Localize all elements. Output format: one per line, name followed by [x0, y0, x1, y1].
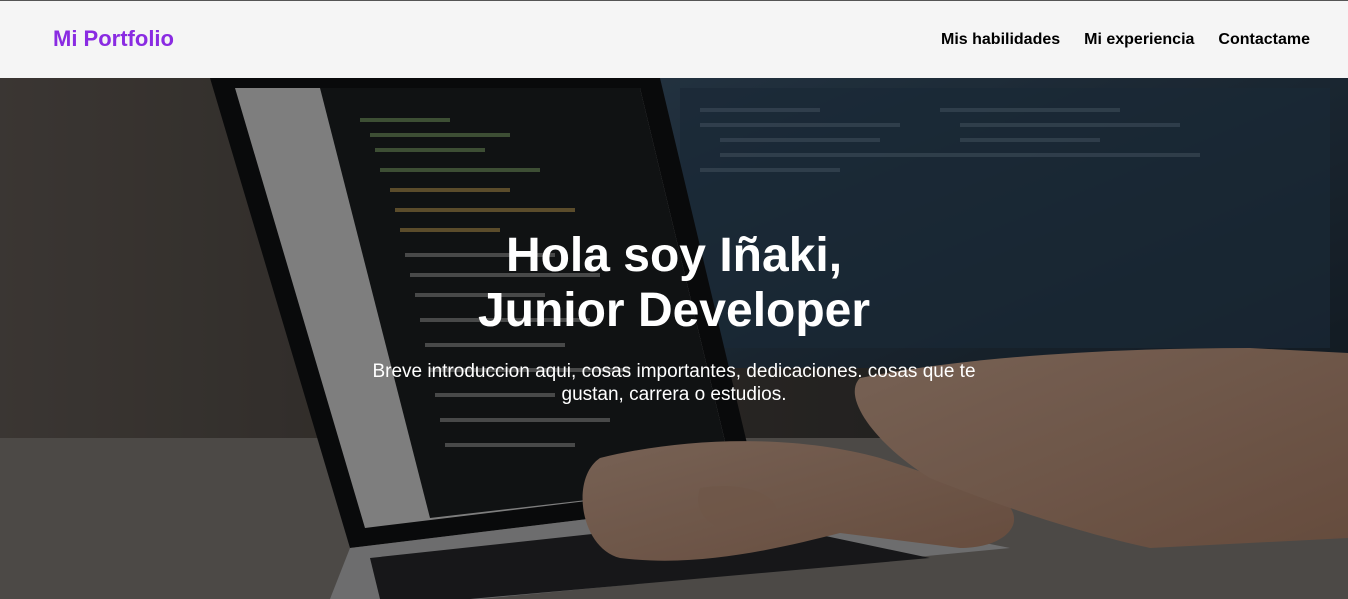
hero-title-line2: Junior Developer — [477, 284, 871, 337]
nav-link-contactame[interactable]: Contactame — [1218, 30, 1310, 50]
hero-title-line1: Hola soy Iñaki, — [505, 229, 843, 282]
brand-logo-link[interactable]: Mi Portfolio — [53, 26, 174, 52]
nav-link-experiencia[interactable]: Mi experiencia — [1084, 30, 1194, 50]
nav-links: Mis habilidades Mi experiencia Contactam… — [941, 30, 1310, 50]
hero-subtitle: Breve introduccion aqui, cosas important… — [372, 361, 976, 405]
navbar: Mi Portfolio Mis habilidades Mi experien… — [0, 1, 1348, 78]
hero-section: Hola soy Iñaki, Junior Developer Breve i… — [0, 78, 1348, 599]
hero-title: Hola soy Iñaki, Junior Developer — [0, 228, 1348, 338]
hero-content: Hola soy Iñaki, Junior Developer Breve i… — [0, 228, 1348, 406]
nav-link-habilidades[interactable]: Mis habilidades — [941, 30, 1060, 50]
